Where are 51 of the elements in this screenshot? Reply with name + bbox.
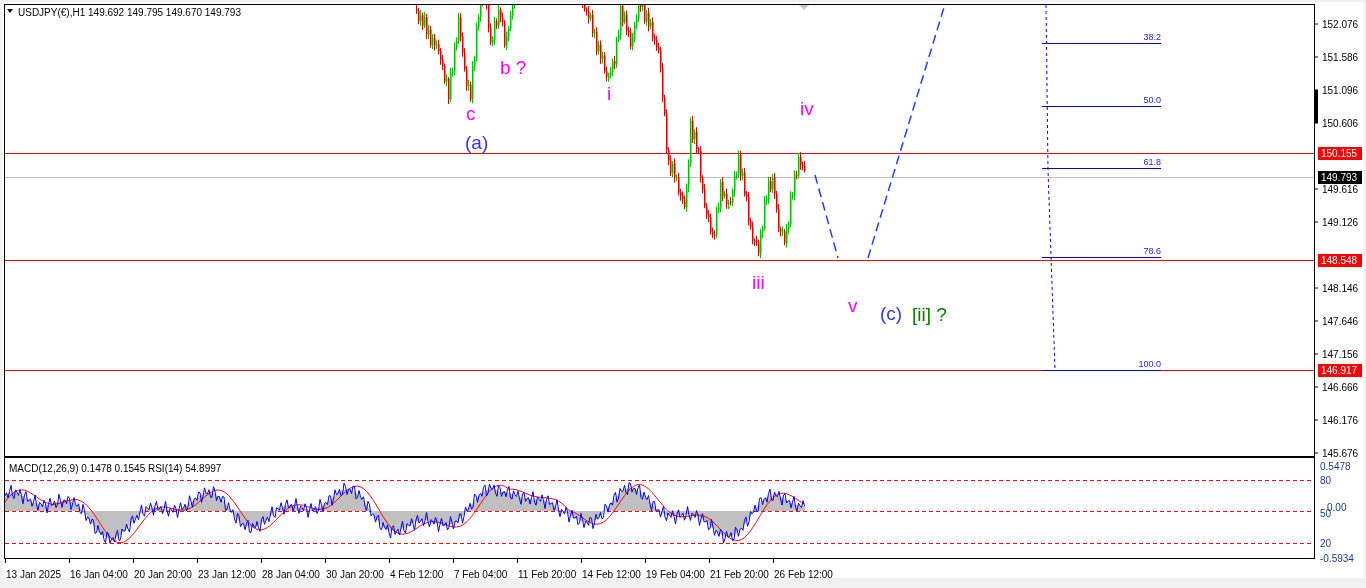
- price-tag: 149.793: [1318, 171, 1362, 184]
- price-tag: 150.155: [1318, 147, 1362, 160]
- time-axis-label: 14 Feb 12:00: [582, 569, 641, 580]
- wave-label: c: [466, 103, 476, 124]
- price-axis-label: 151.096: [1322, 85, 1359, 96]
- price-axis-label: 147.646: [1322, 316, 1359, 327]
- price-axis-label: 149.616: [1322, 184, 1359, 195]
- wave-label: b ?: [500, 57, 527, 78]
- wave-label: iii: [752, 272, 765, 293]
- chart-header: USDJPY(€),H1 149.692 149.795 149.670 149.793: [18, 7, 241, 18]
- indicator-axis-label: 0.5478: [1320, 461, 1351, 472]
- time-axis-label: 7 Feb 04:00: [454, 569, 508, 580]
- price-axis-label: 145.676: [1322, 448, 1359, 459]
- time-axis-label: 4 Feb 12:00: [390, 569, 444, 580]
- time-axis-label: 19 Feb 04:00: [646, 569, 705, 580]
- fib-level-label: 50.0: [1143, 95, 1161, 105]
- indicator-axis-label: -0.5934: [1320, 553, 1354, 564]
- wave-label: i: [607, 83, 612, 104]
- indicator-axis-label: 20: [1320, 538, 1332, 549]
- indicator-axis-label: 80: [1320, 475, 1332, 486]
- time-axis-label: 28 Jan 04:00: [262, 569, 320, 580]
- fib-level-label: 78.6: [1143, 246, 1161, 256]
- time-axis-label: 16 Jan 04:00: [70, 569, 128, 580]
- wave-label: (a): [465, 132, 489, 153]
- dropdown-triangle-icon: [7, 9, 13, 13]
- price-axis-label: 146.666: [1322, 382, 1359, 393]
- indicator-header: MACD(12,26,9) 0.1478 0.1545 RSI(14) 54.8997: [9, 463, 222, 474]
- wave-label: v: [848, 295, 858, 316]
- wave-label: iv: [800, 98, 814, 119]
- wave-label: (c): [880, 303, 903, 324]
- price-axis-label: 149.126: [1322, 217, 1359, 228]
- time-axis-label: 13 Jan 2025: [6, 569, 62, 580]
- price-axis-label: 148.146: [1322, 283, 1359, 294]
- price-axis-label: 147.156: [1322, 349, 1359, 360]
- shift-marker-icon: [799, 5, 809, 10]
- fib-level-label: 61.8: [1143, 157, 1161, 167]
- price-axis-label: 150.606: [1322, 118, 1359, 129]
- time-axis-label: 30 Jan 20:00: [326, 569, 384, 580]
- fib-level-label: 38.2: [1143, 32, 1161, 42]
- time-axis-label: 23 Jan 12:00: [198, 569, 256, 580]
- time-axis-label: 11 Feb 20:00: [518, 569, 577, 580]
- price-axis-label: 146.176: [1322, 415, 1359, 426]
- time-axis-label: 21 Feb 20:00: [710, 569, 769, 580]
- fib-level-label: 100.0: [1138, 359, 1161, 369]
- price-tag: 146.917: [1318, 364, 1362, 377]
- price-axis-label: 151.586: [1322, 52, 1359, 63]
- time-axis-label: 20 Jan 20:00: [134, 569, 192, 580]
- wave-label: [ii] ?: [912, 304, 947, 325]
- price-axis-label: 152.076: [1322, 19, 1359, 30]
- price-tag: 148.548: [1318, 254, 1362, 267]
- time-axis-label: 26 Feb 12:00: [774, 569, 833, 580]
